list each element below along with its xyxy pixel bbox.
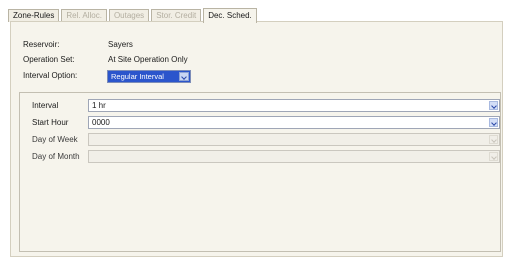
start-hour-value: 0000 (92, 118, 110, 127)
interval-option-value: Regular Interval (111, 72, 164, 81)
start-hour-select[interactable]: 0000 (88, 116, 500, 129)
day-of-month-label: Day of Month (32, 152, 80, 161)
interval-label: Interval (32, 101, 59, 110)
interval-select[interactable]: 1 hr (88, 99, 500, 112)
operation-set-label: Operation Set: (23, 55, 75, 64)
start-hour-row: Start Hour 0000 (20, 116, 500, 129)
tab-strip: Zone-Rules Rel. Alloc. Outages Stor. Cre… (8, 7, 259, 23)
day-of-month-row: Day of Month (20, 150, 500, 163)
chevron-down-icon (489, 135, 498, 144)
reservoir-value: Sayers (108, 40, 133, 49)
chevron-down-icon[interactable] (179, 72, 189, 81)
reservoir-label: Reservoir: (23, 40, 60, 49)
chevron-down-icon[interactable] (489, 101, 498, 110)
interval-row: Interval 1 hr (20, 99, 500, 112)
day-of-week-select (88, 133, 500, 146)
day-of-month-select (88, 150, 500, 163)
tab-dec-sched[interactable]: Dec. Sched. (203, 8, 257, 23)
interval-option-select[interactable]: Regular Interval (107, 70, 191, 83)
day-of-week-row: Day of Week (20, 133, 500, 146)
day-of-week-label: Day of Week (32, 135, 78, 144)
interval-value: 1 hr (92, 101, 106, 110)
interval-option-label: Interval Option: (23, 71, 78, 80)
operation-set-value: At Site Operation Only (108, 55, 188, 64)
schedule-panel: Interval 1 hr Start Hour 0000 Day of Wee… (19, 92, 501, 252)
chevron-down-icon[interactable] (489, 118, 498, 127)
start-hour-label: Start Hour (32, 118, 69, 127)
chevron-down-icon (489, 152, 498, 161)
